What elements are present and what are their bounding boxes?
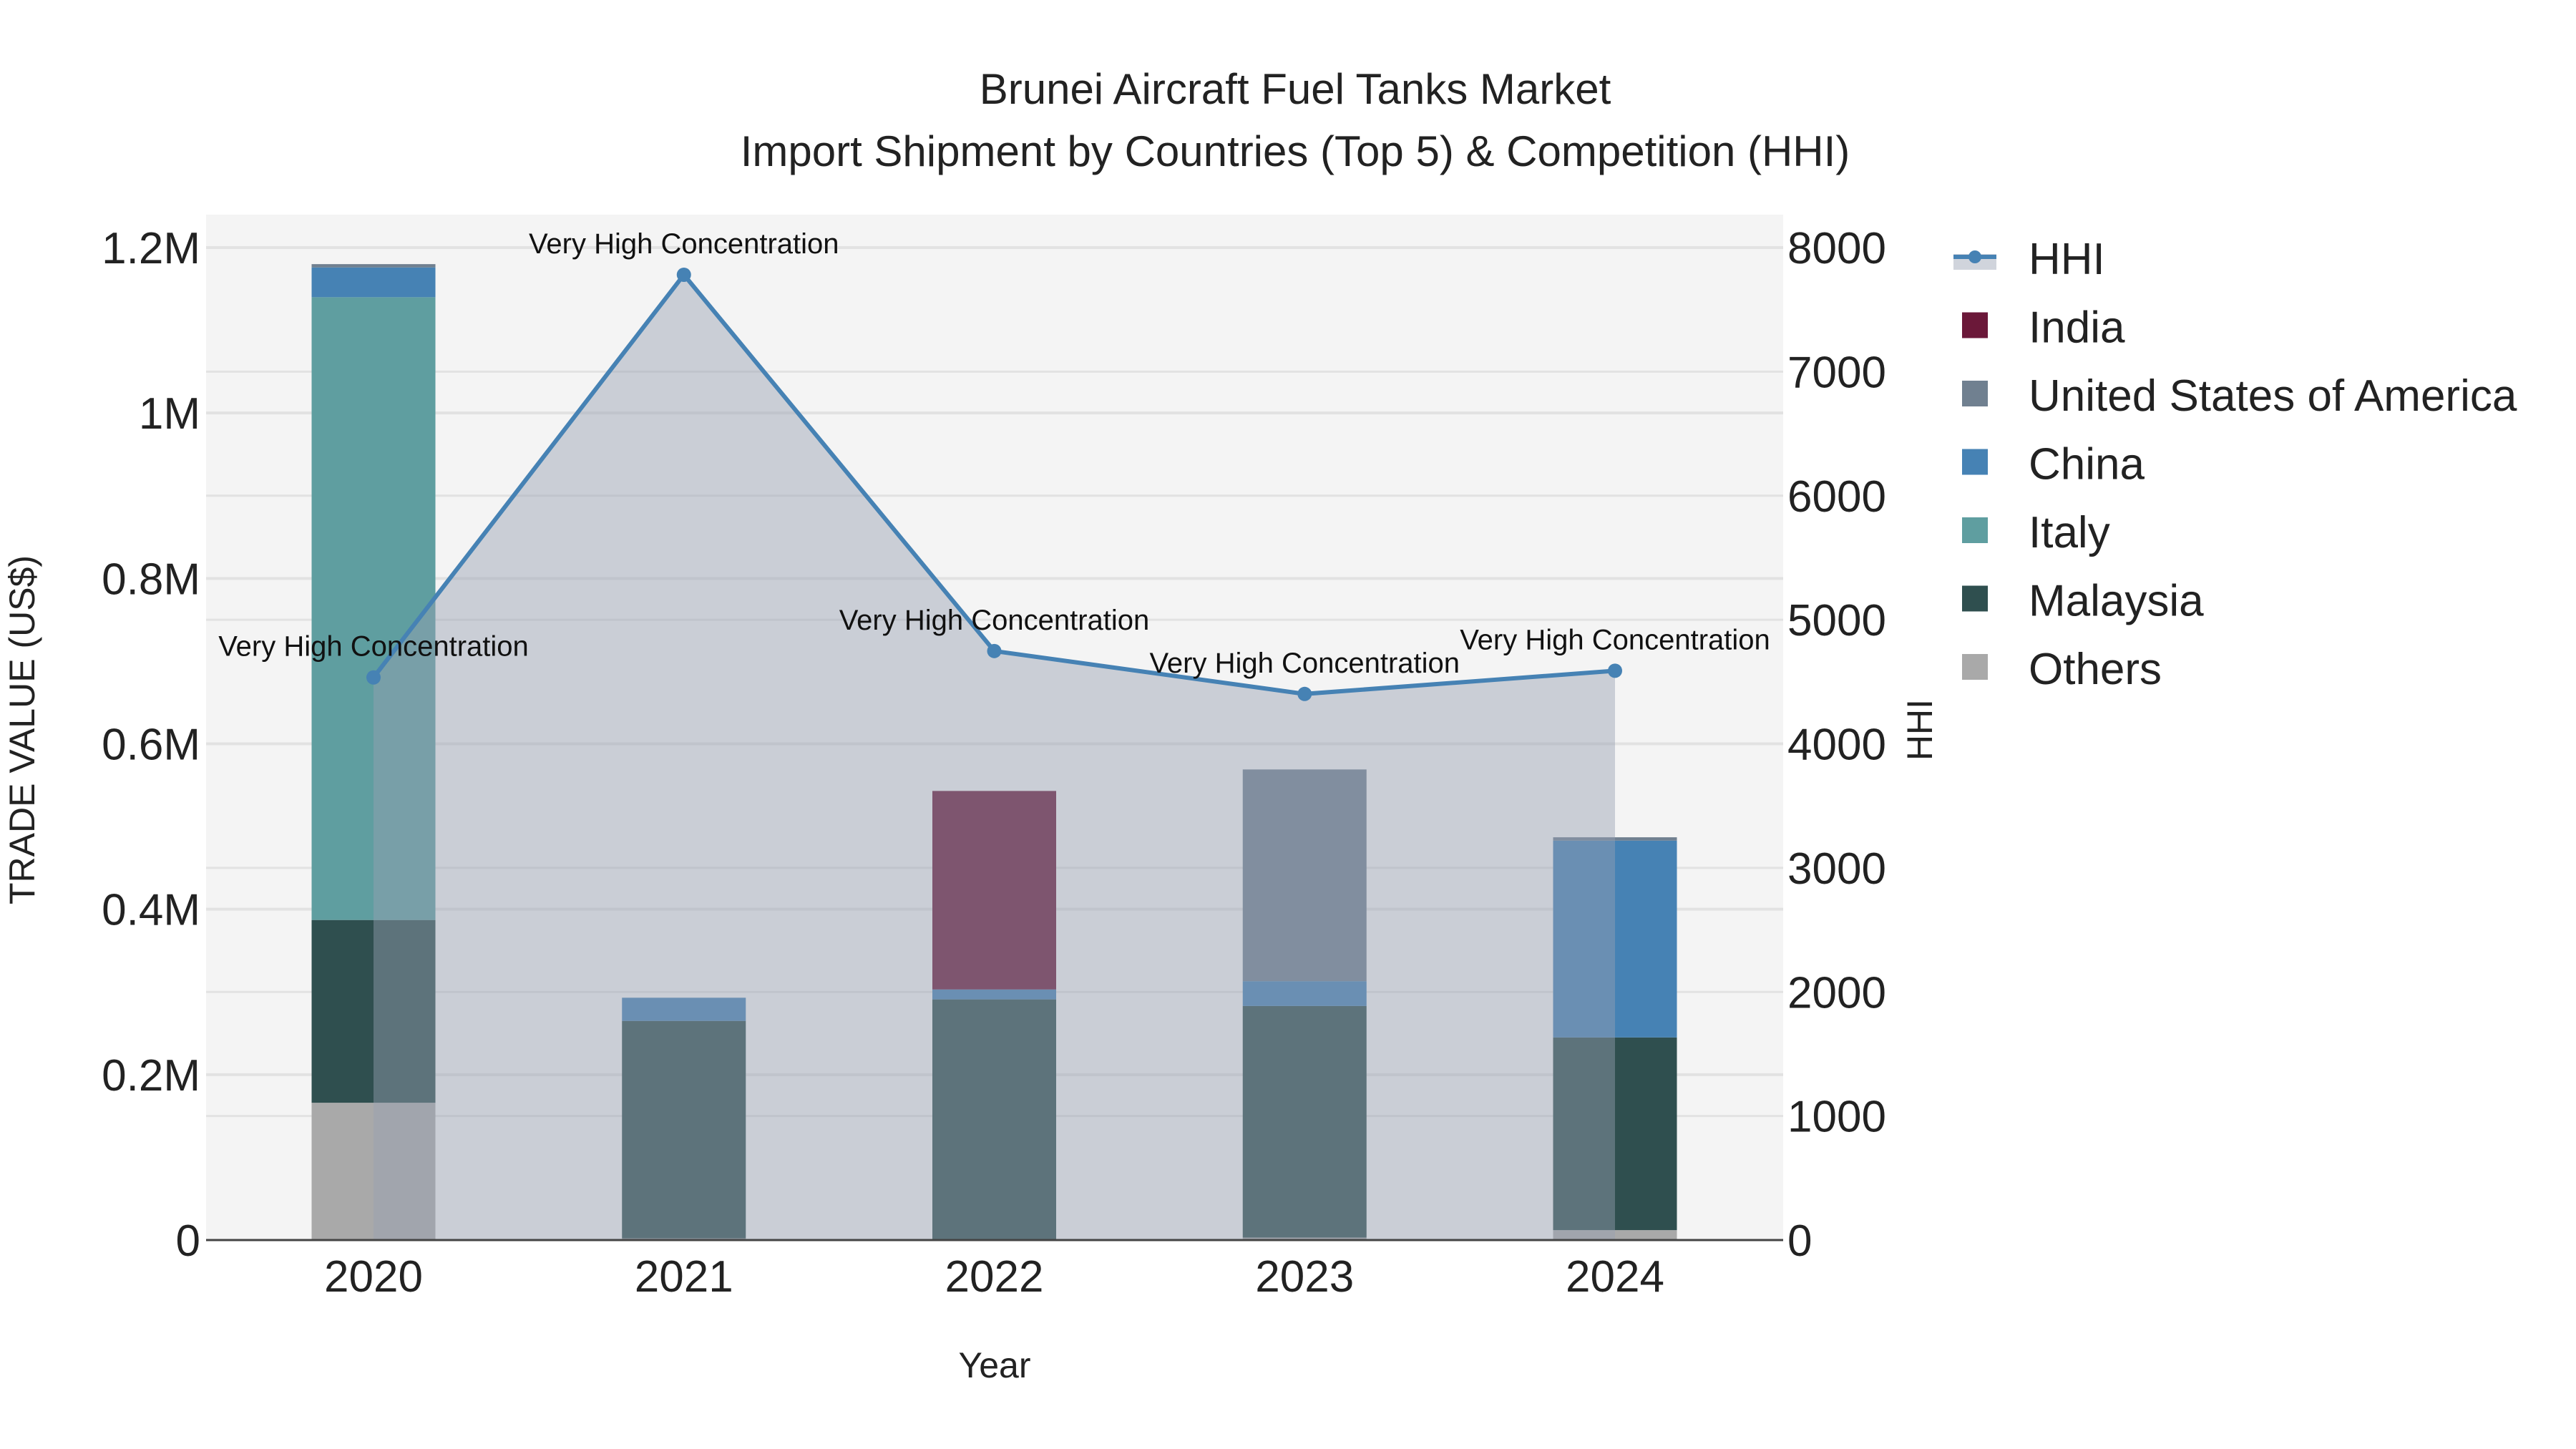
legend-swatch-others [1962, 654, 1988, 680]
x-tick-label: 2023 [1255, 1252, 1354, 1302]
legend-swatch-china [1962, 449, 1988, 475]
legend-label-others: Others [2029, 645, 2162, 694]
legend: HHI India United States of America China Ita… [1953, 235, 2517, 694]
y-tick-label: 1M [139, 389, 200, 439]
legend-label-india: India [2029, 303, 2125, 353]
hhi-point-2022 [987, 643, 1002, 658]
legend-label-italy: Italy [2029, 508, 2110, 557]
hhi-point-2023 [1297, 686, 1312, 701]
hhi-annotation: Very High Concentration [529, 228, 839, 260]
x-tick-label: 2021 [635, 1252, 733, 1302]
hhi-point-2020 [366, 670, 381, 685]
x-tick-label: 2022 [945, 1252, 1044, 1302]
y2-tick-label: 0 [1787, 1216, 1812, 1266]
legend-hhi-marker-icon [1968, 250, 1981, 263]
x-axis-label: Year [958, 1345, 1030, 1385]
y2-tick-label: 5000 [1787, 596, 1886, 645]
legend-swatch-malaysia [1962, 585, 1988, 612]
legend-swatch-india [1962, 312, 1988, 338]
y2-tick-label: 7000 [1787, 348, 1886, 397]
chart-subtitle: Import Shipment by Countries (Top 5) & C… [741, 127, 1850, 175]
legend-label-china: China [2029, 440, 2145, 489]
y2-tick-label: 6000 [1787, 472, 1886, 522]
legend-swatch-united-states-of-america [1962, 381, 1988, 406]
y-axis-label: TRADE VALUE (US$) [2, 555, 42, 904]
hhi-annotation: Very High Concentration [839, 605, 1150, 636]
hhi-annotation: Very High Concentration [1149, 648, 1460, 679]
bar-china-2020 [311, 267, 436, 298]
hhi-point-2024 [1608, 663, 1622, 678]
legend-label-hhi: HHI [2029, 235, 2105, 284]
y-tick-label: 0.4M [102, 886, 200, 935]
y2-tick-label: 1000 [1787, 1093, 1886, 1142]
y-tick-label: 0.2M [102, 1051, 200, 1101]
y-tick-label: 0.6M [102, 721, 200, 770]
bar-united-states-of-america-2020 [311, 264, 436, 268]
y2-axis-label: HHI [1900, 699, 1940, 761]
legend-label-malaysia: Malaysia [2029, 577, 2204, 626]
y-tick-label: 1.2M [102, 224, 200, 273]
y-tick-label: 0.8M [102, 555, 200, 604]
legend-label-united-states-of-america: United States of America [2029, 371, 2517, 421]
y2-tick-label: 2000 [1787, 968, 1886, 1018]
x-tick-label: 2024 [1566, 1252, 1664, 1302]
hhi-trade-chart: Very High ConcentrationVery High Concent… [2, 65, 2517, 1385]
hhi-point-2021 [676, 267, 691, 282]
y-tick-label: 0 [176, 1216, 200, 1266]
y2-tick-label: 3000 [1787, 844, 1886, 894]
legend-swatch-italy [1962, 517, 1988, 543]
y2-tick-label: 8000 [1787, 224, 1886, 273]
hhi-annotation: Very High Concentration [1460, 624, 1770, 655]
x-tick-label: 2020 [324, 1252, 423, 1302]
chart-title: Brunei Aircraft Fuel Tanks Market [980, 65, 1611, 113]
y2-tick-label: 4000 [1787, 721, 1886, 770]
hhi-annotation: Very High Concentration [218, 631, 529, 663]
